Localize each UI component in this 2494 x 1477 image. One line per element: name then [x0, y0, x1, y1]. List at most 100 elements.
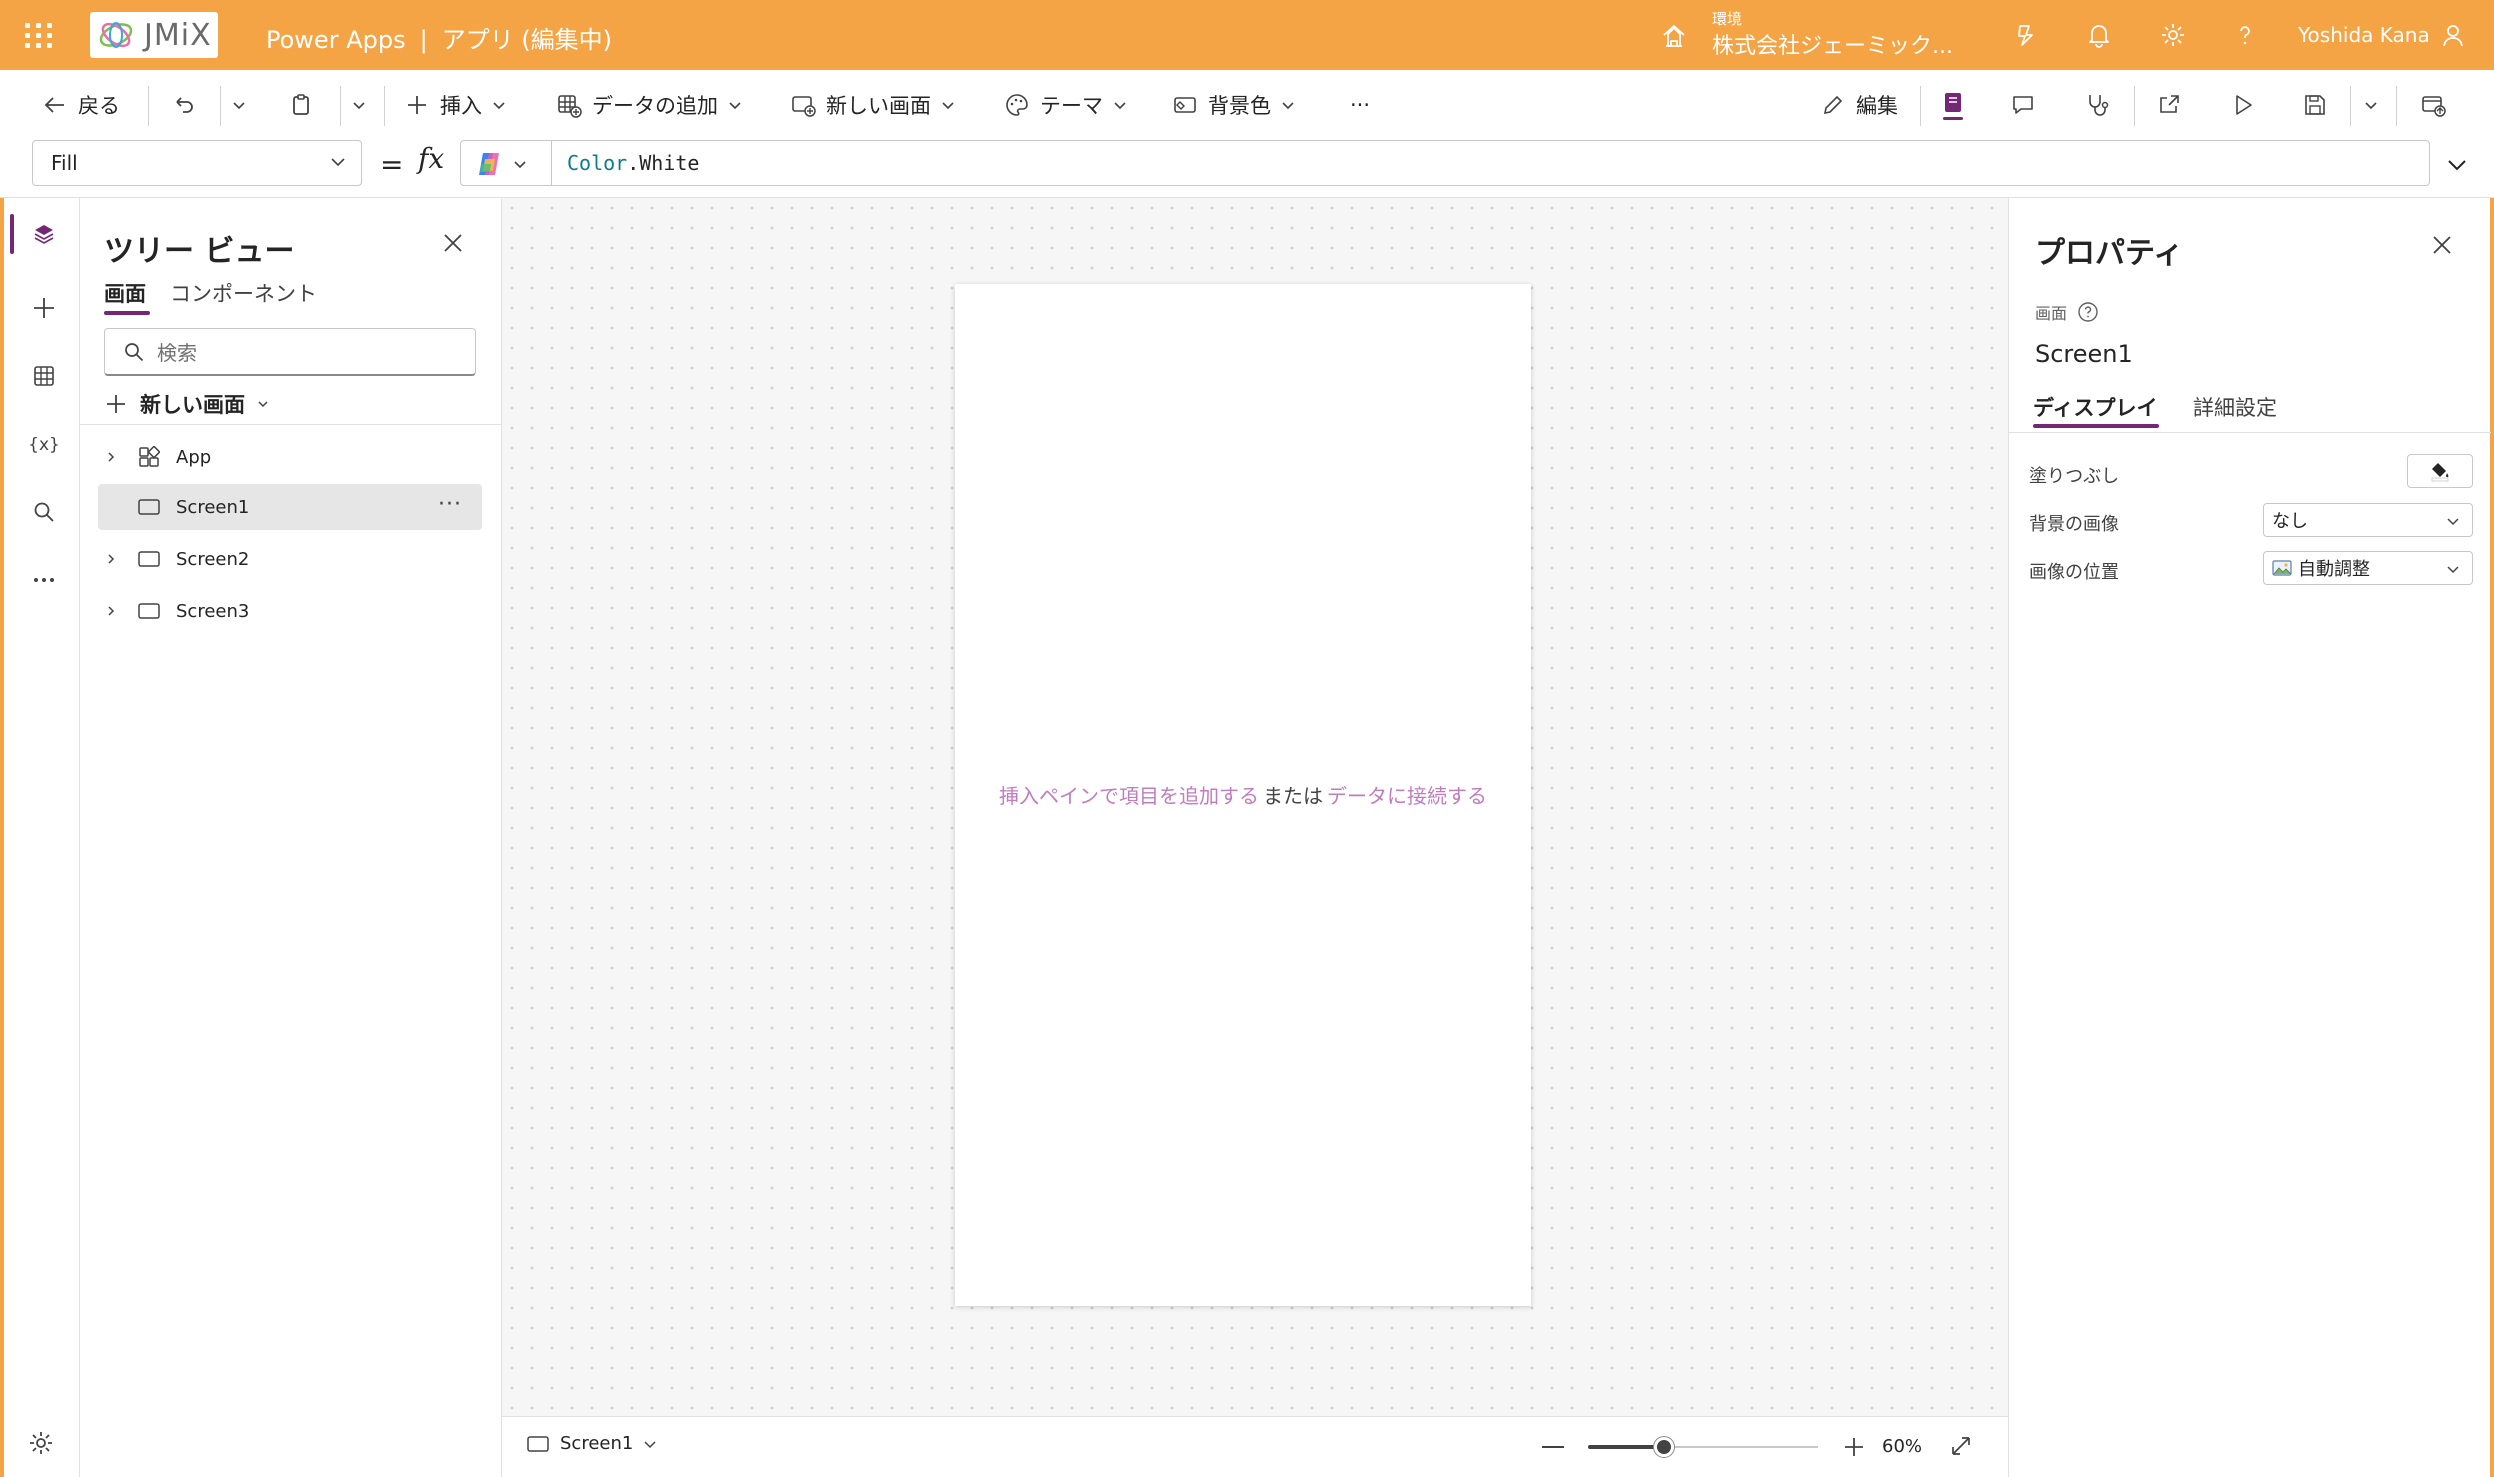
- undo-dropdown[interactable]: [232, 88, 246, 122]
- connect-data-link[interactable]: データに接続する: [1327, 784, 1487, 808]
- expand-formula-chevron-icon[interactable]: [2446, 154, 2468, 176]
- plus-icon: [107, 395, 125, 413]
- formula-text[interactable]: Color.White: [567, 151, 699, 175]
- image-position-dropdown[interactable]: 自動調整: [2263, 551, 2473, 585]
- divider: [384, 86, 385, 126]
- image-position-label: 画像の位置: [2029, 562, 2119, 583]
- tree-item-screen1[interactable]: Screen1 ···: [98, 484, 482, 530]
- add-data-button[interactable]: データの追加: [556, 88, 742, 122]
- close-icon[interactable]: [2431, 234, 2453, 256]
- control-type: 画面: [2035, 300, 2099, 324]
- property-dropdown[interactable]: Fill: [32, 140, 362, 186]
- background-image-dropdown[interactable]: なし: [2263, 503, 2473, 537]
- publish-button[interactable]: [2420, 88, 2446, 122]
- tree-item-screen3[interactable]: Screen3: [98, 588, 482, 634]
- search-icon[interactable]: [24, 492, 64, 532]
- product-name: Power Apps: [266, 26, 406, 54]
- app-launcher-icon[interactable]: [24, 20, 54, 50]
- copilot-button[interactable]: [475, 150, 527, 178]
- app-header: JMiX Power Apps | アプリ (編集中) 環境 株式会社ジェーミック.…: [0, 0, 2494, 70]
- tree-search-input[interactable]: 検索: [104, 328, 476, 376]
- help-icon[interactable]: [2228, 18, 2262, 52]
- properties-panel: プロパティ 画面 Screen1 ディスプレイ 詳細設定 塗りつぶし 背景の画像…: [2008, 198, 2494, 1477]
- logo-text: JMiX: [144, 17, 212, 53]
- help-circle-icon[interactable]: [2077, 301, 2099, 323]
- tab-screens[interactable]: 画面: [104, 278, 146, 308]
- tree-item-app[interactable]: App: [98, 434, 482, 480]
- tree-item-label: Screen3: [176, 600, 250, 622]
- data-table-icon[interactable]: [24, 356, 64, 396]
- back-arrow-icon: [44, 97, 64, 113]
- app-screen-preview[interactable]: 挿入ペインで項目を追加する または データに接続する: [955, 284, 1531, 1306]
- design-canvas[interactable]: 挿入ペインで項目を追加する または データに接続する: [502, 198, 2008, 1416]
- undo-button[interactable]: [170, 88, 196, 122]
- paste-button[interactable]: [288, 88, 314, 122]
- tree-item-screen2[interactable]: Screen2: [98, 536, 482, 582]
- app-title: アプリ (編集中): [441, 26, 613, 54]
- back-button[interactable]: 戻る: [42, 88, 120, 122]
- screen-selector[interactable]: Screen1: [526, 1433, 657, 1454]
- settings-gear-icon[interactable]: [2156, 18, 2190, 52]
- hint-or-text: または: [1263, 784, 1323, 808]
- background-color-button[interactable]: 背景色: [1172, 88, 1295, 122]
- more-label: ···: [1350, 93, 1371, 117]
- chevron-right-icon[interactable]: [105, 605, 117, 617]
- zoom-in-plus-icon[interactable]: [1842, 1435, 1866, 1459]
- paste-dropdown[interactable]: [352, 88, 366, 122]
- tab-components[interactable]: コンポーネント: [170, 278, 317, 308]
- chevron-right-icon[interactable]: [105, 553, 117, 565]
- close-icon[interactable]: [442, 232, 464, 254]
- divider: [340, 86, 341, 126]
- edit-button[interactable]: 編集: [1820, 88, 1898, 122]
- app-checker-button[interactable]: [1940, 88, 1966, 122]
- new-screen-button[interactable]: 新しい画面: [790, 88, 955, 122]
- copilot-header-icon[interactable]: [2008, 18, 2042, 52]
- user-name[interactable]: Yoshida Kana: [2298, 23, 2430, 47]
- fill-color-picker[interactable]: [2407, 454, 2473, 488]
- fx-icon[interactable]: fx: [418, 142, 444, 175]
- user-avatar-icon[interactable]: [2436, 18, 2470, 52]
- more-commands-button[interactable]: ···: [1350, 88, 1370, 122]
- theme-button[interactable]: テーマ: [1004, 88, 1127, 122]
- background-color-icon: [1174, 97, 1196, 113]
- comments-button[interactable]: [2010, 88, 2036, 122]
- theme-label: テーマ: [1040, 94, 1103, 118]
- image-position-value: 自動調整: [2298, 559, 2370, 580]
- tab-underline: [2033, 424, 2159, 428]
- new-screen-button[interactable]: 新しい画面: [104, 386, 269, 422]
- edit-label: 編集: [1856, 94, 1898, 118]
- insert-pane-link[interactable]: 挿入ペインで項目を追加する: [999, 784, 1259, 808]
- settings-gear-icon[interactable]: [26, 1428, 56, 1458]
- tree-view-layers-icon[interactable]: [24, 214, 64, 254]
- monitor-button[interactable]: [2084, 88, 2110, 122]
- share-button[interactable]: [2156, 88, 2182, 122]
- preview-button[interactable]: [2230, 88, 2256, 122]
- environment-icon[interactable]: [1660, 22, 1688, 50]
- more-options-button[interactable]: ···: [438, 492, 462, 517]
- notifications-bell-icon[interactable]: [2082, 18, 2116, 52]
- tab-display[interactable]: ディスプレイ: [2033, 392, 2158, 422]
- fit-to-window-icon[interactable]: [1948, 1433, 1974, 1459]
- save-button[interactable]: [2302, 88, 2328, 122]
- insert-label: 挿入: [440, 94, 482, 118]
- environment-name[interactable]: 株式会社ジェーミック...: [1712, 28, 1953, 60]
- insert-plus-icon[interactable]: [24, 288, 64, 328]
- save-icon: [2305, 95, 2325, 115]
- more-options-icon[interactable]: [24, 560, 64, 600]
- notebook-icon: [1943, 93, 1963, 120]
- palette-icon: [1006, 94, 1028, 116]
- zoom-slider-thumb[interactable]: [1654, 1437, 1674, 1457]
- divider: [2134, 86, 2135, 126]
- screen-icon: [527, 1435, 549, 1452]
- chevron-right-icon[interactable]: [105, 451, 117, 463]
- undo-icon: [176, 97, 193, 113]
- save-dropdown[interactable]: [2364, 88, 2378, 122]
- variables-icon[interactable]: {x}: [24, 424, 64, 464]
- chevron-down-icon: [331, 158, 345, 167]
- tab-advanced[interactable]: 詳細設定: [2193, 392, 2277, 422]
- left-rail: {x}: [0, 198, 80, 1477]
- zoom-out-button[interactable]: [1542, 1446, 1564, 1448]
- chevron-down-icon: [1114, 102, 1126, 110]
- insert-button[interactable]: 挿入: [404, 88, 506, 122]
- formula-input[interactable]: Color.White: [460, 140, 2430, 186]
